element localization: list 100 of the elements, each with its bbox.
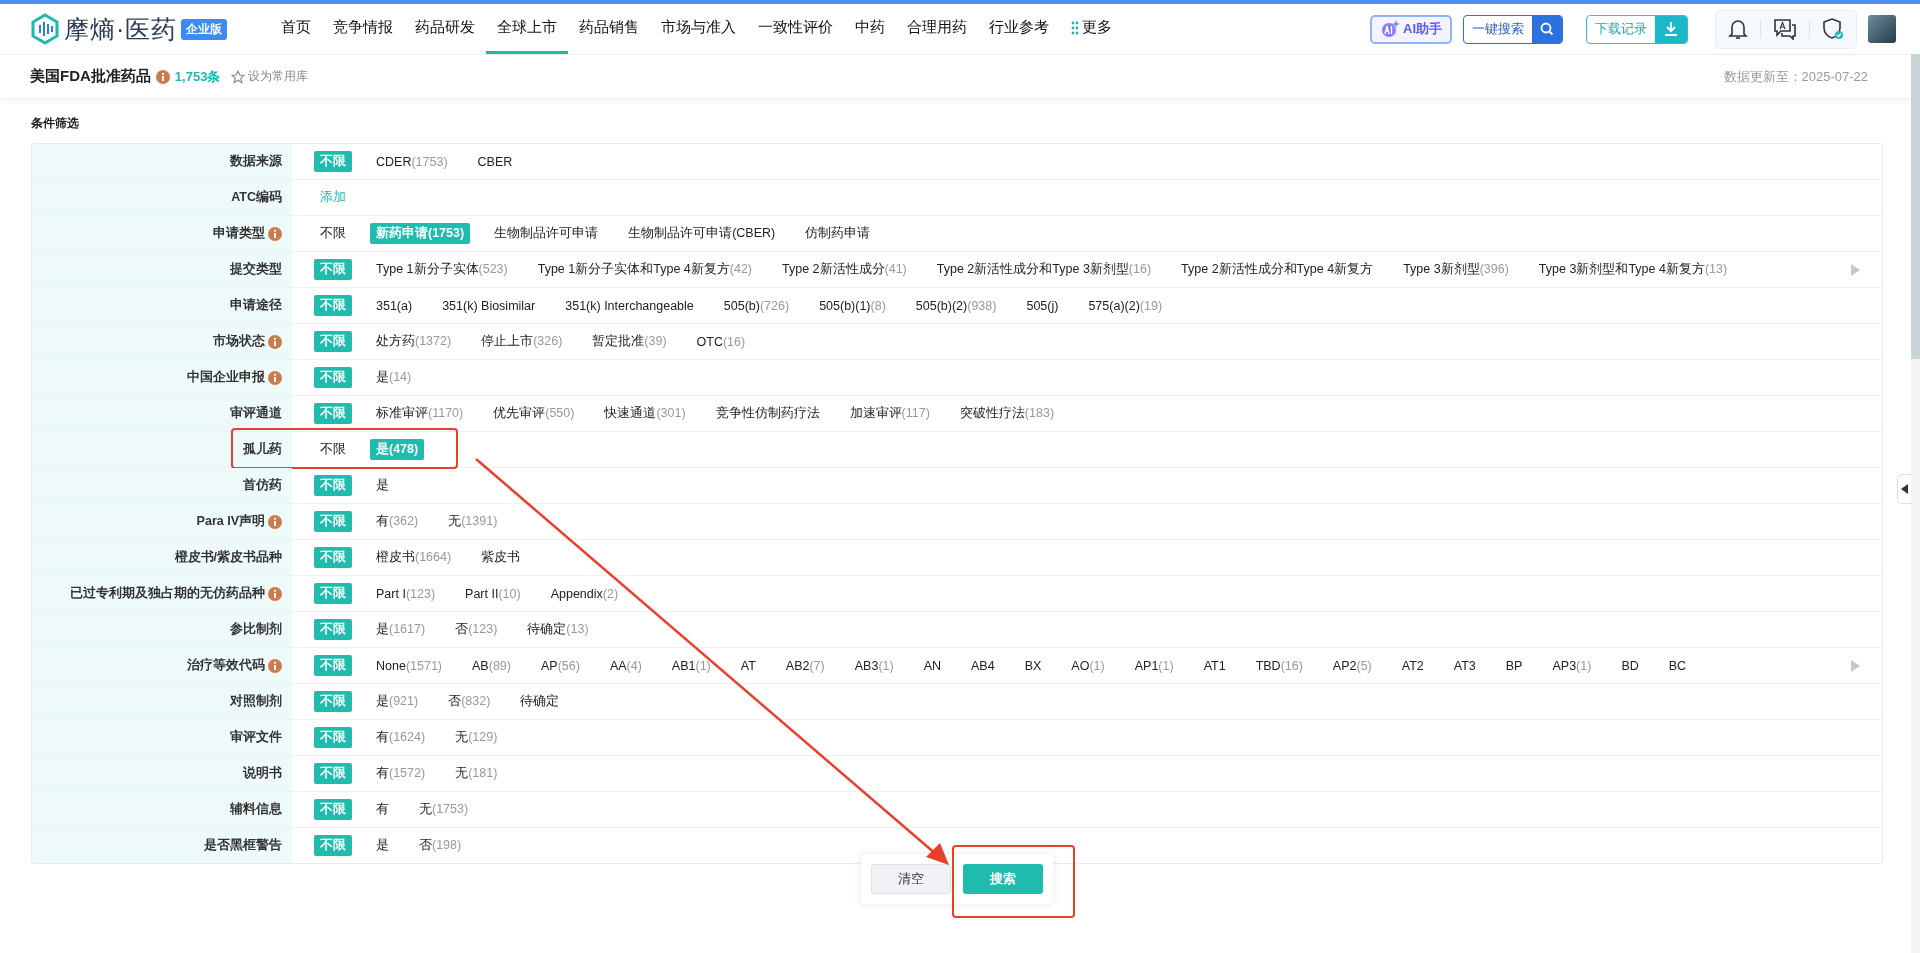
nav-tab[interactable]: 合理用药 — [896, 4, 978, 54]
nav-tab[interactable]: 首页 — [270, 4, 322, 54]
filter-option[interactable]: 处方药(1372) — [370, 331, 458, 352]
filter-option[interactable]: BX — [1018, 656, 1048, 675]
filter-option[interactable]: AT3 — [1447, 656, 1482, 675]
filter-option[interactable]: Type 1新分子实体和Type 4新复方(42) — [531, 259, 758, 280]
filter-option[interactable]: Type 3新剂型(396) — [1397, 259, 1515, 280]
nav-tab[interactable]: 一致性评价 — [747, 4, 844, 54]
filter-option[interactable]: 505(b)(1)(8) — [813, 296, 892, 315]
filter-option[interactable]: 是(921) — [370, 691, 425, 712]
filter-option[interactable]: 加速审评(117) — [843, 403, 936, 424]
filter-option[interactable]: AB4 — [965, 656, 1001, 675]
filter-option[interactable]: AB3(1) — [848, 656, 900, 675]
shield-check-icon[interactable] — [1822, 18, 1844, 40]
filter-option[interactable]: 否(198) — [413, 835, 468, 856]
filter-option[interactable]: 351(k) Biosimilar — [436, 296, 542, 315]
filter-option[interactable]: 有(1624) — [370, 727, 432, 748]
filter-option[interactable]: 是(14) — [370, 367, 418, 388]
more-menu[interactable]: 更多 — [1060, 4, 1123, 54]
filter-option[interactable]: AA(4) — [603, 656, 648, 675]
filter-option[interactable]: AT2 — [1395, 656, 1430, 675]
nav-tab[interactable]: 药品销售 — [568, 4, 650, 54]
filter-option[interactable]: 575(a)(2)(19) — [1082, 296, 1169, 315]
filter-option[interactable]: 505(b)(2)(938) — [909, 296, 1003, 315]
nav-tab[interactable]: 市场与准入 — [650, 4, 747, 54]
filter-option[interactable]: 停止上市(326) — [475, 331, 569, 352]
filter-option[interactable]: 505(b)(726) — [717, 296, 796, 315]
filter-option[interactable]: 优先审评(550) — [487, 403, 581, 424]
filter-option[interactable]: 紫皮书 — [475, 547, 527, 568]
filter-option[interactable]: Part II(10) — [459, 584, 527, 603]
filter-option[interactable]: Part I(123) — [370, 584, 442, 603]
chat-translate-icon[interactable] — [1773, 18, 1797, 40]
filter-option[interactable]: 无(1391) — [442, 511, 504, 532]
filter-option[interactable]: AP(56) — [534, 656, 586, 675]
filter-option[interactable]: 是 — [370, 475, 395, 496]
filter-option[interactable]: 生物制品许可申请 — [488, 223, 605, 244]
filter-option[interactable]: BP — [1499, 656, 1529, 675]
favorite-link[interactable]: 设为常用库 — [231, 68, 309, 85]
filter-option[interactable]: 505(j) — [1020, 296, 1065, 315]
filter-option[interactable]: AT — [734, 656, 762, 675]
filter-option[interactable]: AT1 — [1197, 656, 1232, 675]
filter-option[interactable]: AP2(5) — [1326, 656, 1378, 675]
filter-option[interactable]: 351(a) — [370, 296, 419, 315]
filter-option[interactable]: AB(89) — [466, 656, 517, 675]
filter-option[interactable]: 是 — [370, 835, 395, 856]
filter-option[interactable]: 否(832) — [442, 691, 497, 712]
filter-option[interactable]: 不限 — [314, 439, 352, 460]
filter-option[interactable]: 无(1753) — [413, 799, 475, 820]
filter-option[interactable]: 待确定(13) — [521, 619, 595, 640]
nav-tab[interactable]: 药品研发 — [404, 4, 486, 54]
filter-option[interactable]: Type 1新分子实体(523) — [370, 259, 514, 280]
filter-option[interactable]: None(1571) — [370, 656, 449, 675]
side-collapse-tab[interactable] — [1897, 474, 1911, 504]
filter-option[interactable]: 快速通道(301) — [598, 403, 692, 424]
filter-option[interactable]: AO(1) — [1065, 656, 1111, 675]
filter-option[interactable]: Type 2新活性成分和Type 3新剂型(16) — [930, 259, 1158, 280]
filter-option[interactable]: 有 — [370, 799, 395, 820]
filter-option[interactable]: 无(129) — [449, 727, 504, 748]
filter-option[interactable]: CDER(1753) — [370, 152, 454, 171]
filter-option[interactable]: OTC(16) — [690, 332, 752, 351]
quick-search-button[interactable]: 一键搜索 — [1463, 14, 1563, 44]
filter-option[interactable]: Appendix(2) — [544, 584, 625, 603]
scrollbar[interactable] — [1911, 54, 1920, 953]
filter-option[interactable]: AB1(1) — [665, 656, 717, 675]
filter-option[interactable]: 暂定批准(39) — [586, 331, 673, 352]
filter-option[interactable]: AN — [917, 656, 948, 675]
filter-option[interactable]: 无(181) — [449, 763, 504, 784]
filter-option[interactable]: 351(k) Interchangeable — [559, 296, 700, 315]
filter-option[interactable]: 突破性疗法(183) — [953, 403, 1061, 424]
filter-option[interactable]: TBD(16) — [1249, 656, 1309, 675]
filter-option[interactable]: Type 2新活性成分和Type 4新复方 — [1175, 259, 1380, 280]
filter-option[interactable]: 生物制品许可申请(CBER) — [622, 223, 782, 244]
filter-label: 辅料信息 — [230, 801, 282, 818]
filter-option[interactable]: BC — [1662, 656, 1693, 675]
filter-option[interactable]: 是(1617) — [370, 619, 432, 640]
filter-option[interactable]: CBER — [471, 152, 519, 171]
filter-option[interactable]: 否(123) — [449, 619, 504, 640]
filter-option[interactable]: 不限 — [314, 223, 352, 244]
nav-tab[interactable]: 中药 — [844, 4, 896, 54]
filter-option[interactable]: 橙皮书(1664) — [370, 547, 458, 568]
filter-option[interactable]: 标准审评(1170) — [370, 403, 470, 424]
filter-option[interactable]: Type 3新剂型和Type 4新复方(13) — [1532, 259, 1734, 280]
filter-option[interactable]: Type 2新活性成分(41) — [776, 259, 913, 280]
nav-tab[interactable]: 行业参考 — [978, 4, 1060, 54]
filter-option[interactable]: AP3(1) — [1546, 656, 1598, 675]
filter-option[interactable]: BD — [1615, 656, 1645, 675]
filter-option[interactable]: 待确定 — [514, 691, 566, 712]
filter-option[interactable]: 竞争性仿制药疗法 — [709, 403, 826, 424]
nav-tab[interactable]: 竞争情报 — [322, 4, 404, 54]
nav-tab[interactable]: 全球上市 — [486, 4, 568, 54]
avatar-photo-placeholder[interactable] — [1868, 15, 1896, 43]
filter-option[interactable]: AP1(1) — [1128, 656, 1180, 675]
ai-assistant-button[interactable]: AI助手 — [1370, 14, 1452, 44]
filter-label: 参比制剂 — [230, 621, 282, 638]
filter-option[interactable]: 有(1572) — [370, 763, 432, 784]
filter-option[interactable]: 有(362) — [370, 511, 425, 532]
filter-option[interactable]: 仿制药申请 — [799, 223, 877, 244]
clear-button[interactable]: 清空 — [871, 864, 951, 894]
bell-icon[interactable] — [1728, 18, 1748, 40]
filter-option[interactable]: AB2(7) — [779, 656, 831, 675]
